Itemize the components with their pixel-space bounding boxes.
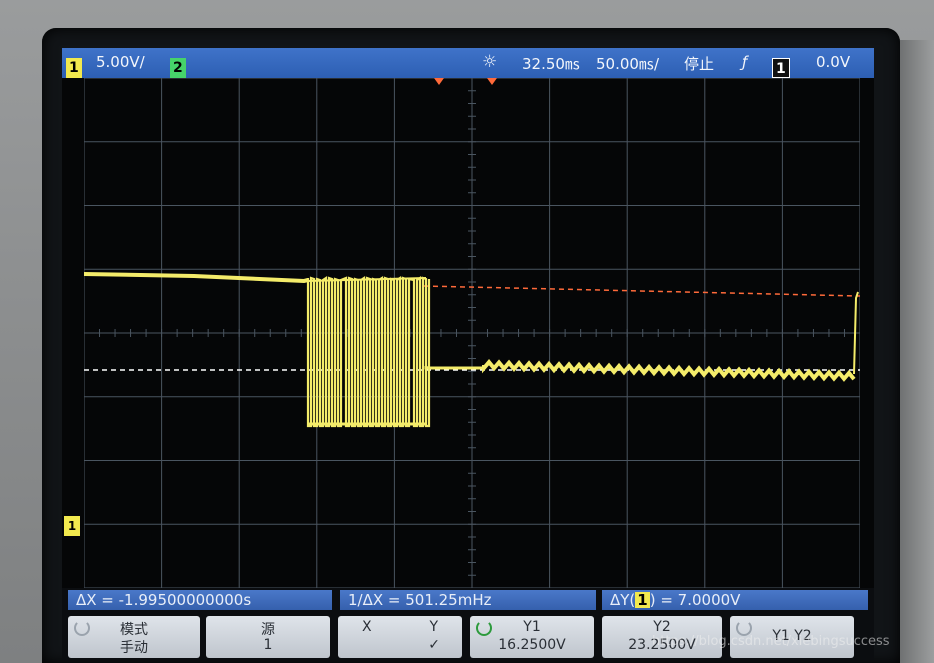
scope-casing-side [900,40,934,663]
trigger-position-marker [434,78,444,85]
delta-y-value: ) = 7.0000V [649,591,741,609]
trigger-position-marker [487,78,497,85]
xy-softkey[interactable]: X Y ✓ [338,616,462,658]
trigger-markers [434,78,497,85]
trace-segment [482,359,856,382]
delta-y-readout: ΔY(1) = 7.0000V [602,590,868,610]
source-softkey-label: 源 [261,622,275,638]
cursor-readout-row: ΔX = -1.99500000000s 1/ΔX = 501.25mHz ΔY… [62,588,874,612]
trace-segment [306,275,431,428]
brightness-icon: ☼ [482,52,498,72]
xy-softkey-y: Y [429,619,438,635]
delta-x-readout: ΔX = -1.99500000000s [68,590,332,610]
mode-softkey[interactable]: 模式 手动 [68,616,200,658]
time-scale: 50.00㎳/ [596,55,659,73]
waveform-display [83,77,861,589]
scope-screen: 1 5.00V/ 2 ☼ 32.50㎳ 50.00㎳/ 停止 ƒ 1 0.0V … [62,48,874,660]
y1-softkey[interactable]: Y1 16.2500V [470,616,594,658]
graticule-area: 1 [64,77,861,589]
channel-1-trace [83,272,859,428]
delta-y-channel: 1 [635,591,650,609]
mode-softkey-label: 模式 [120,622,148,638]
trace-segment [424,366,482,370]
ground-marker-label: 1 [67,519,77,533]
trace-segment [83,272,309,284]
source-softkey[interactable]: 源 1 [206,616,330,658]
source-softkey-value: 1 [263,637,273,653]
watermark: https://blog.csdn.net/xiebingsuccess [652,634,890,649]
y1-softkey-value: 16.2500V [498,637,566,653]
ground-marker[interactable]: 1 [64,516,80,536]
y2-softkey-label: Y2 [653,619,671,635]
trigger-edge-icon: ƒ [742,53,748,71]
trigger-level: 0.0V [816,53,851,71]
trigger-channel-badge: 1 [772,58,790,78]
cursor-y2-line [423,285,861,297]
inverse-delta-x-readout: 1/ΔX = 501.25mHz [340,590,596,610]
channel-1-badge: 1 [66,58,82,78]
delta-y-prefix: ΔY( [610,591,636,609]
time-position: 32.50㎳ [522,55,580,73]
y1-softkey-label: Y1 [523,619,541,635]
run-state: 停止 [684,55,715,73]
graticule-grid [83,77,861,589]
status-bar: 1 5.00V/ 2 ☼ 32.50㎳ 50.00㎳/ 停止 ƒ 1 0.0V [62,48,874,78]
mode-softkey-value: 手动 [120,640,148,656]
channel-2-badge: 2 [170,58,186,78]
xy-softkey-check-icon: ✓ [428,637,440,653]
channel-1-scale: 5.00V/ [96,53,145,71]
